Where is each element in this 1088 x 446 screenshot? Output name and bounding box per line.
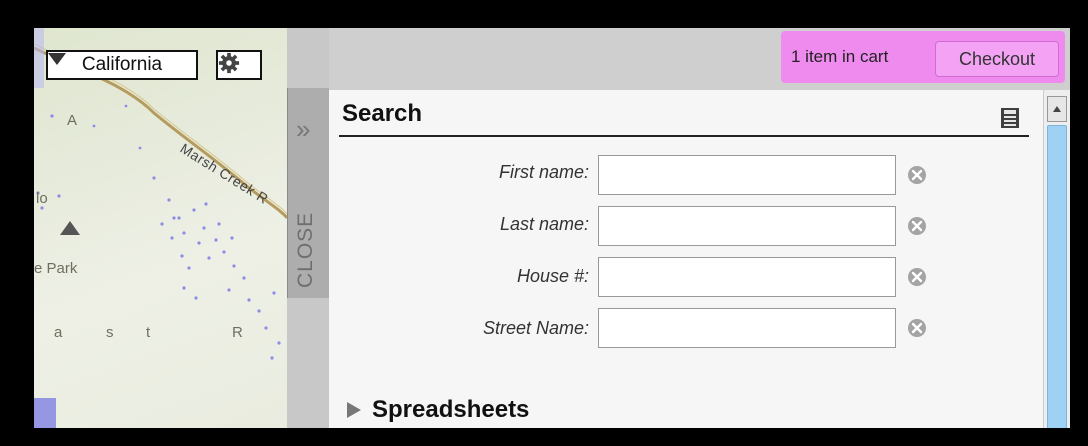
house-number-input[interactable] xyxy=(598,257,896,297)
map-label-park: e Park xyxy=(34,260,78,277)
film-strip-icon[interactable] xyxy=(1000,107,1020,129)
state-select[interactable]: California xyxy=(46,50,198,80)
map-panel[interactable]: A Marsh Creek R lo e Park a s t R Califo… xyxy=(34,28,287,428)
close-panel-label: CLOSE xyxy=(294,211,317,288)
street-name-input[interactable] xyxy=(598,308,896,348)
gear-icon xyxy=(218,52,240,74)
map-label-s: s xyxy=(106,324,114,341)
search-panel: 1 item in cart Checkout Search First nam… xyxy=(329,28,1070,428)
spreadsheets-label: Spreadsheets xyxy=(372,396,530,423)
clear-first-name-icon[interactable] xyxy=(907,165,927,185)
state-select-value: California xyxy=(81,54,163,75)
last-name-label: Last name: xyxy=(499,214,589,234)
close-panel-tab[interactable]: » CLOSE xyxy=(287,88,330,298)
top-bar: 1 item in cart Checkout xyxy=(329,28,1070,90)
arrow-up-icon xyxy=(1053,106,1061,112)
settings-button[interactable] xyxy=(216,50,262,80)
clear-last-name-icon[interactable] xyxy=(907,216,927,236)
cart-box: 1 item in cart Checkout xyxy=(781,31,1065,83)
panel-toggle-column: » CLOSE xyxy=(287,28,330,428)
map-label-a2: a xyxy=(54,324,63,341)
scroll-up-button[interactable] xyxy=(1047,96,1067,122)
double-chevron-right-icon: » xyxy=(296,114,311,144)
search-heading: Search xyxy=(342,100,423,127)
last-name-input[interactable] xyxy=(598,206,896,246)
map-label-t: t xyxy=(146,324,151,341)
map-label-a: A xyxy=(67,112,78,129)
first-name-label: First name: xyxy=(498,162,589,182)
street-name-label: Street Name: xyxy=(482,318,589,338)
checkout-button[interactable]: Checkout xyxy=(935,41,1059,77)
dropdown-arrow-icon xyxy=(48,53,66,65)
first-name-input[interactable] xyxy=(598,155,896,195)
map-label-r: R xyxy=(232,324,243,341)
clear-street-name-icon[interactable] xyxy=(907,318,927,338)
scrollbar-thumb[interactable] xyxy=(1047,125,1067,428)
cart-count-text: 1 item in cart xyxy=(791,47,889,66)
triangle-right-icon xyxy=(347,402,361,418)
vertical-scrollbar[interactable] xyxy=(1043,90,1070,428)
map-canvas xyxy=(34,28,287,428)
spreadsheets-section-toggle[interactable]: Spreadsheets xyxy=(346,396,529,424)
map-label-lo: lo xyxy=(36,190,48,207)
house-number-label: House #: xyxy=(516,266,589,286)
heading-divider xyxy=(339,135,1029,137)
clear-house-number-icon[interactable] xyxy=(907,267,927,287)
